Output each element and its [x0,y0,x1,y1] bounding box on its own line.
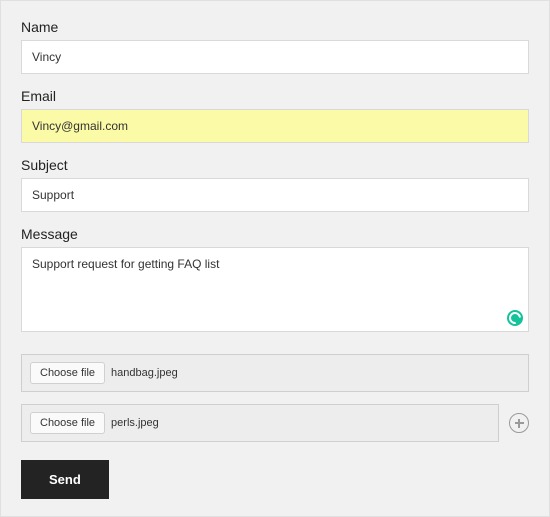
message-field-group: Message [21,226,529,332]
choose-file-button[interactable]: Choose file [30,362,105,384]
subject-field-group: Subject [21,157,529,212]
file-input-box: Choose file perls.jpeg [21,404,499,442]
choose-file-button[interactable]: Choose file [30,412,105,434]
file-input-box: Choose file handbag.jpeg [21,354,529,392]
subject-label: Subject [21,157,529,173]
name-label: Name [21,19,529,35]
contact-form-panel: Name Email Subject Message Choose file h… [0,0,550,517]
name-input[interactable] [21,40,529,74]
add-file-icon[interactable] [509,413,529,433]
send-button[interactable]: Send [21,460,109,499]
subject-input[interactable] [21,178,529,212]
file-attachments-section: Choose file handbag.jpeg Choose file per… [21,354,529,442]
grammarly-icon[interactable] [507,310,523,326]
email-label: Email [21,88,529,104]
message-label: Message [21,226,529,242]
email-input[interactable] [21,109,529,143]
name-field-group: Name [21,19,529,74]
email-field-group: Email [21,88,529,143]
message-textarea-wrap [21,247,529,332]
selected-file-name: perls.jpeg [111,417,159,429]
file-row: Choose file perls.jpeg [21,404,529,442]
message-textarea[interactable] [21,247,529,332]
selected-file-name: handbag.jpeg [111,367,178,379]
file-row: Choose file handbag.jpeg [21,354,529,392]
